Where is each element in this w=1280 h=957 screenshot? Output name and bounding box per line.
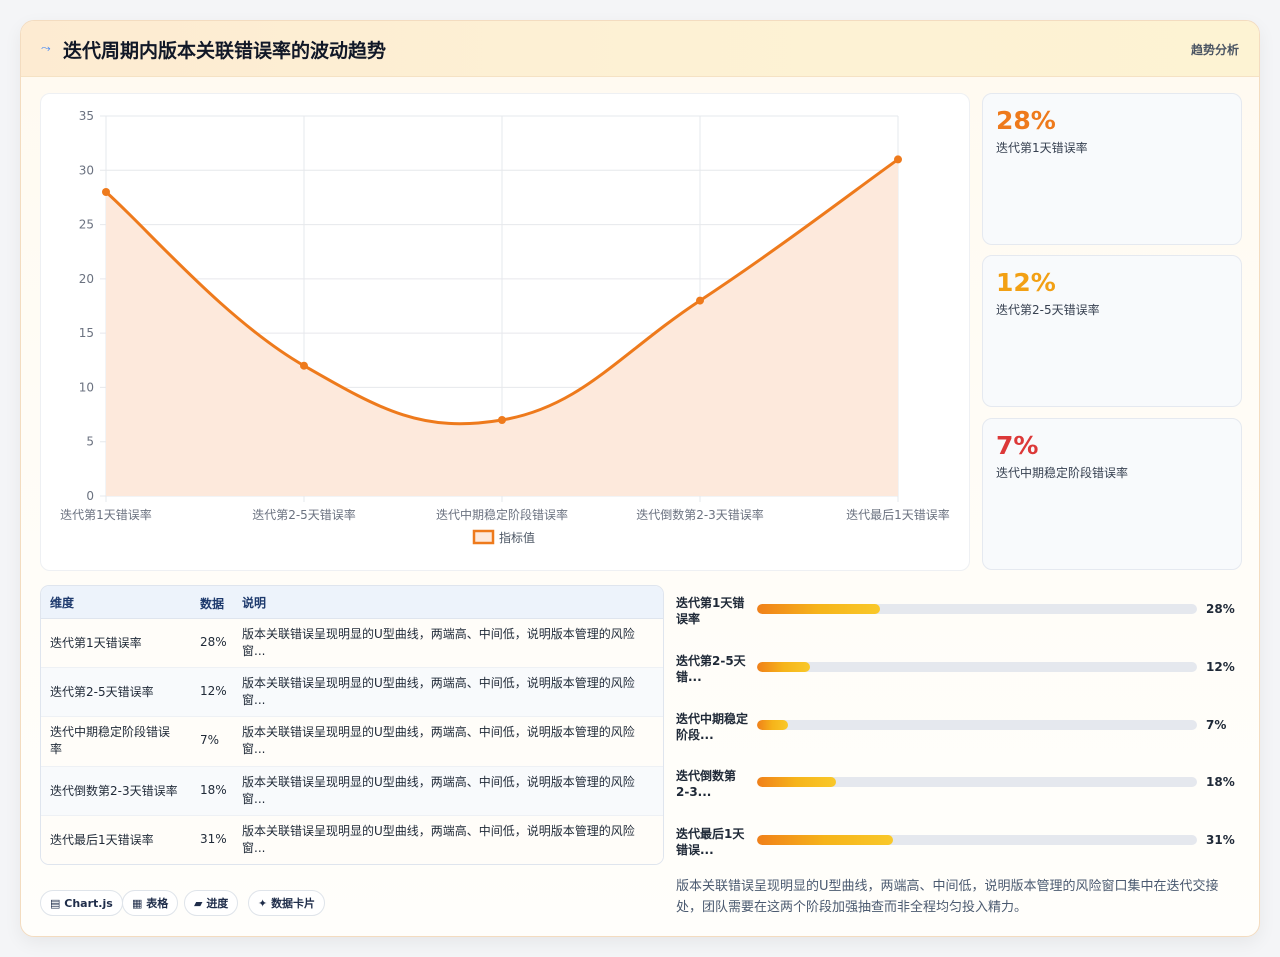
line-chart: 0 5 10 15 20 25 30 35 迭代第1天错误率 迭代第2-5天错误率 迭代中期稳定阶段…	[60, 109, 950, 545]
y-tick-label: 10	[79, 380, 94, 394]
progress-row: 迭代最后1天错误... 31%	[676, 826, 1246, 866]
kpi-card-day2-5: 12% 迭代第2-5天错误率	[982, 255, 1242, 407]
table-row: 迭代中期稳定阶段错误率 7% 版本关联错误呈现明显的U型曲线，两端高、中间低，说…	[41, 717, 663, 767]
summary-text: 版本关联错误呈现明显的U型曲线，两端高、中间低，说明版本管理的风险窗口集中在迭代…	[676, 879, 1219, 915]
progress-value: 31%	[1206, 833, 1235, 847]
chip-data-cards[interactable]: ✦ 数据卡片	[248, 890, 326, 916]
data-table: 维度 数据 说明 迭代第1天错误率 28% 版本关联错误呈现明显的U型曲线，两端…	[40, 585, 664, 865]
table-cell-dimension: 迭代中期稳定阶段错误率	[50, 725, 171, 756]
trend-analysis-tag: 趋势分析	[1190, 43, 1239, 57]
table-icon: ▦	[132, 897, 143, 910]
kpi-value: 28%	[996, 106, 1056, 135]
table-cell-description: 版本关联错误呈现明显的U型曲线，两端高、中间低，说明版本管理的风险窗...	[242, 676, 635, 707]
chip-label: 数据卡片	[271, 897, 316, 910]
x-tick-label: 迭代第1天错误率	[60, 507, 152, 522]
table-cell-value: 31%	[200, 832, 227, 846]
progress-value: 12%	[1206, 660, 1235, 674]
line-chart-panel: 0 5 10 15 20 25 30 35 迭代第1天错误率 迭代第2-5天错误率 迭代中期稳定阶段…	[40, 93, 970, 571]
progress-value: 18%	[1206, 775, 1235, 789]
table-header-dimension: 维度	[50, 596, 75, 610]
data-point	[498, 416, 506, 424]
card-header: ⤳ 迭代周期内版本关联错误率的波动趋势 趋势分析	[21, 21, 1259, 77]
dashboard-card: ⤳ 迭代周期内版本关联错误率的波动趋势 趋势分析 0 5 10 15 20 25 30 35 迭…	[20, 20, 1260, 937]
table-cell-description: 版本关联错误呈现明显的U型曲线，两端高、中间低，说明版本管理的风险窗...	[242, 775, 635, 806]
progress-fill	[757, 835, 894, 845]
progress-row: 迭代中期稳定阶段... 7%	[676, 711, 1246, 751]
x-tick-label: 迭代倒数第2-3天错误率	[636, 507, 764, 522]
progress-label: 迭代第2-5天错...	[676, 654, 746, 684]
kpi-label: 迭代中期稳定阶段错误率	[996, 466, 1129, 480]
table-row: 迭代第1天错误率 28% 版本关联错误呈现明显的U型曲线，两端高、中间低，说明版…	[41, 619, 663, 668]
table-cell-value: 7%	[200, 733, 220, 747]
progress-row: 迭代第1天错误率 28%	[676, 595, 1246, 635]
data-point	[696, 296, 704, 305]
y-tick-label: 20	[79, 272, 94, 286]
progress-row: 迭代倒数第2-3... 18%	[676, 768, 1246, 808]
progress-track	[757, 777, 1197, 787]
progress-track	[757, 720, 1197, 730]
data-point	[102, 188, 110, 196]
y-tick-label: 25	[79, 218, 94, 232]
table-row: 迭代最后1天错误率 31% 版本关联错误呈现明显的U型曲线，两端高、中间低，说明…	[41, 816, 663, 864]
progress-icon: ▰	[194, 897, 203, 910]
kpi-label: 迭代第2-5天错误率	[996, 303, 1100, 317]
y-tick-label: 35	[79, 109, 94, 123]
chip-chartjs[interactable]: ▤ Chart.js	[40, 890, 123, 916]
table-header-row: 维度 数据 说明	[41, 586, 663, 619]
progress-label: 迭代最后1天错误...	[676, 827, 745, 857]
page-title: 迭代周期内版本关联错误率的波动趋势	[63, 40, 387, 62]
chart-line-icon: ⤳	[41, 41, 51, 55]
kpi-card-mid: 7% 迭代中期稳定阶段错误率	[982, 418, 1242, 570]
progress-track	[757, 604, 1197, 614]
table-header-data: 数据	[200, 597, 225, 611]
y-tick-label: 15	[79, 326, 94, 340]
progress-label: 迭代倒数第2-3...	[676, 769, 737, 799]
bar-chart-icon: ▤	[50, 897, 61, 910]
x-tick-label: 迭代最后1天错误率	[846, 507, 950, 522]
data-point	[894, 155, 902, 164]
table-cell-description: 版本关联错误呈现明显的U型曲线，两端高、中间低，说明版本管理的风险窗...	[242, 627, 635, 658]
table-cell-value: 28%	[200, 635, 227, 649]
table-header-description: 说明	[242, 596, 267, 610]
data-point	[300, 361, 308, 370]
progress-value: 7%	[1206, 718, 1227, 732]
table-cell-dimension: 迭代倒数第2-3天错误率	[50, 784, 178, 798]
table-cell-value: 12%	[200, 684, 227, 698]
table-cell-dimension: 迭代第1天错误率	[50, 636, 142, 650]
chip-label: 进度	[206, 897, 229, 910]
progress-fill	[757, 777, 837, 787]
x-tick-label: 迭代第2-5天错误率	[252, 507, 356, 522]
table-cell-description: 版本关联错误呈现明显的U型曲线，两端高、中间低，说明版本管理的风险窗...	[242, 824, 635, 855]
table-row: 迭代倒数第2-3天错误率 18% 版本关联错误呈现明显的U型曲线，两端高、中间低…	[41, 767, 663, 816]
chip-label: 表格	[146, 897, 169, 910]
kpi-value: 12%	[996, 268, 1056, 297]
chip-progress[interactable]: ▰ 进度	[184, 890, 239, 916]
sparkle-icon: ✦	[258, 897, 268, 910]
progress-track	[757, 835, 1197, 845]
progress-value: 28%	[1206, 602, 1235, 616]
x-tick-label: 迭代中期稳定阶段错误率	[436, 507, 568, 522]
chip-table[interactable]: ▦ 表格	[122, 890, 179, 916]
kpi-card-day1: 28% 迭代第1天错误率	[982, 93, 1242, 245]
table-row: 迭代第2-5天错误率 12% 版本关联错误呈现明显的U型曲线，两端高、中间低，说…	[41, 668, 663, 717]
progress-fill	[757, 604, 881, 614]
progress-fill	[757, 720, 788, 730]
y-tick-label: 0	[86, 489, 94, 503]
y-tick-label: 5	[86, 435, 94, 449]
kpi-label: 迭代第1天错误率	[996, 141, 1088, 155]
table-cell-description: 版本关联错误呈现明显的U型曲线，两端高、中间低，说明版本管理的风险窗...	[242, 725, 635, 756]
legend-label: 指标值	[499, 530, 535, 545]
progress-row: 迭代第2-5天错... 12%	[676, 653, 1246, 693]
table-cell-dimension: 迭代最后1天错误率	[50, 833, 154, 847]
progress-track	[757, 662, 1197, 672]
progress-label: 迭代中期稳定阶段...	[676, 712, 749, 742]
y-tick-label: 30	[79, 163, 94, 177]
chip-label: Chart.js	[64, 897, 113, 910]
table-cell-value: 18%	[200, 783, 227, 797]
legend-swatch	[472, 529, 495, 545]
kpi-value: 7%	[996, 431, 1039, 460]
progress-fill	[757, 662, 810, 672]
progress-label: 迭代第1天错误率	[676, 596, 745, 626]
table-cell-dimension: 迭代第2-5天错误率	[50, 685, 154, 699]
